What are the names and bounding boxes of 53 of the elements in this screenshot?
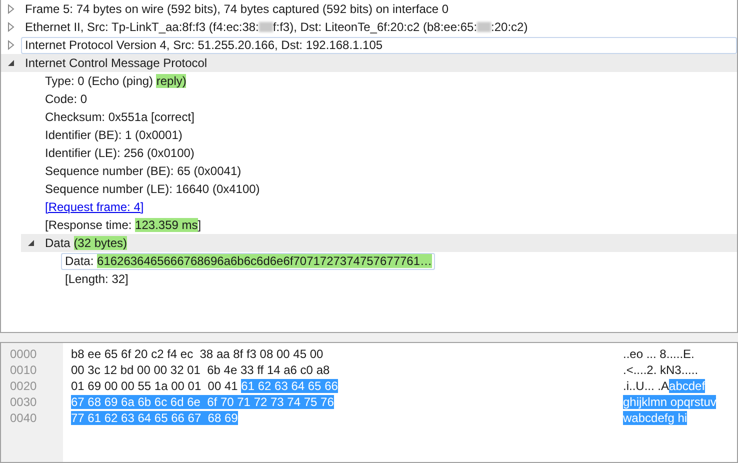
hex-bytes[interactable]: 00 3c 12 bd 00 00 32 01 6b 4e 33 ff 14 a6 c0 a8 xyxy=(71,363,330,377)
highlighted-value: reply) xyxy=(156,74,186,88)
field-text: Internet Control Message Protocol xyxy=(25,56,208,70)
offset-label: 0040 xyxy=(10,410,38,426)
offset-label: 0000 xyxy=(10,346,38,362)
tree-row[interactable]: [Length: 32] xyxy=(41,270,737,288)
field-text: Identifier (BE): 1 (0x0001) xyxy=(45,128,182,142)
field-text: [Response time: xyxy=(45,218,133,232)
field-text: Checksum: 0x551a [correct] xyxy=(45,110,194,124)
tree-row[interactable]: Ethernet II, Src: Tp-LinkT_aa:8f:f3 (f4:ec:38: f:f3), Dst: LiteonTe_6f:20:c2 (b8:ee:65: :20:c2) xyxy=(1,18,737,36)
field-text: Frame 5: 74 bytes on wire (592 bits), 74 bytes captured (592 bits) on interface 0 xyxy=(25,2,449,16)
field-text: Internet Protocol Version 4, Src: 51.255.20.166, Dst: 192.168.1.105 xyxy=(25,38,383,52)
hex-bytes[interactable]: b8 ee 65 6f 20 c2 f4 ec 38 aa 8f f3 08 00 45 00 xyxy=(71,347,324,361)
highlighted-value: 6162636465666768696a6b6c6d6e6f7071727374757677761… xyxy=(97,254,432,268)
field-text: Type: 0 (Echo (ping) xyxy=(45,74,154,88)
hex-bytes[interactable]: 01 69 00 00 55 1a 00 01 00 41 xyxy=(71,379,242,393)
ascii-bytes[interactable]: .i..U... .A xyxy=(623,379,670,393)
field-text: Sequence number (BE): 65 (0x0041) xyxy=(45,164,242,178)
highlighted-value: (32 bytes) xyxy=(74,236,128,250)
field-text: Code: 0 xyxy=(45,92,88,106)
tree-row[interactable]: Identifier (BE): 1 (0x0001) xyxy=(21,126,737,144)
field-text: Data xyxy=(45,236,72,250)
field-text: Ethernet II, Src: Tp-LinkT_aa:8f:f3 (f4:ec:38: xyxy=(25,20,259,34)
field-text: Sequence number (LE): 16640 (0x4100) xyxy=(45,182,260,196)
blurred-redaction xyxy=(477,22,492,32)
tree-row[interactable]: Data: 6162636465666768696a6b6c6d6e6f7071727374757677761… xyxy=(41,252,737,270)
offset-label: 0020 xyxy=(10,378,38,394)
expand-arrow-icon[interactable] xyxy=(7,40,15,50)
tree-row[interactable]: Sequence number (LE): 16640 (0x4100) xyxy=(21,180,737,198)
blurred-redaction xyxy=(258,22,273,32)
tree-row[interactable]: Frame 5: 74 bytes on wire (592 bits), 74 bytes captured (592 bits) on interface 0 xyxy=(1,0,737,18)
expand-arrow-icon[interactable] xyxy=(7,4,15,14)
field-text: Identifier (LE): 256 (0x0100) xyxy=(45,146,194,160)
focused-field[interactable]: Data: 6162636465666768696a6b6c6d6e6f7071727374757677761… xyxy=(61,252,436,270)
tree-row[interactable]: Checksum: 0x551a [correct] xyxy=(21,108,737,126)
collapse-arrow-icon[interactable] xyxy=(27,238,35,248)
ascii-bytes[interactable]: .<....2. kN3..... xyxy=(623,363,698,377)
tree-row[interactable]: Type: 0 (Echo (ping) reply) xyxy=(21,72,737,90)
link[interactable]: [Request frame: 4] xyxy=(45,200,144,214)
offset-label: 0010 xyxy=(10,362,38,378)
field-text: Data: xyxy=(65,254,95,268)
offset-label: 0030 xyxy=(10,394,38,410)
field-text: [Length: 32] xyxy=(65,272,128,286)
field-text: :20:c2) xyxy=(491,20,528,34)
highlighted-value: 123.359 ms xyxy=(135,218,198,232)
tree-row[interactable]: Code: 0 xyxy=(21,90,737,108)
tree-row[interactable]: Identifier (LE): 256 (0x0100) xyxy=(21,144,737,162)
field-text: f:f3), Dst: LiteonTe_6f:20:c2 (b8:ee:65: xyxy=(272,20,478,34)
tree-row[interactable]: Sequence number (BE): 65 (0x0041) xyxy=(21,162,737,180)
expand-arrow-icon[interactable] xyxy=(7,22,15,32)
tree-row[interactable]: [Request frame: 4] xyxy=(21,198,737,216)
ascii-bytes[interactable]: ..eo ... 8.....E. xyxy=(623,347,694,361)
collapse-arrow-icon[interactable] xyxy=(7,58,15,68)
